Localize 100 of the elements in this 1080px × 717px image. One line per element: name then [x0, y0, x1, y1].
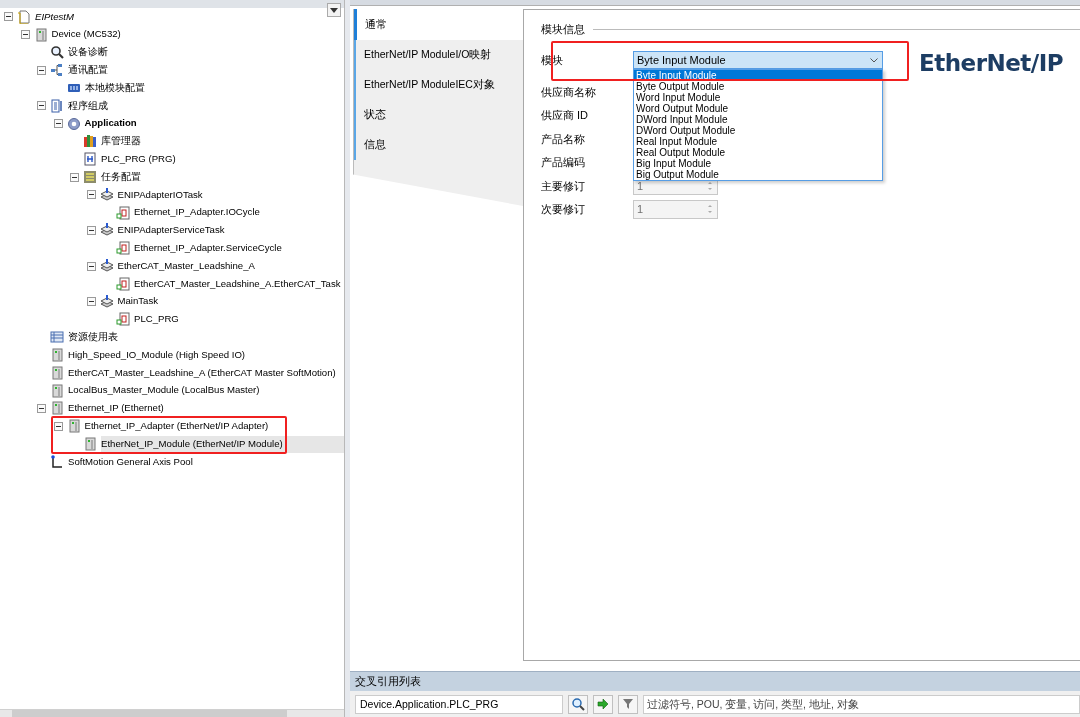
- collapse-toggle[interactable]: [53, 421, 63, 431]
- tree-item[interactable]: 程序组成: [68, 97, 112, 115]
- books-icon: [83, 134, 97, 149]
- device-icon: [33, 27, 48, 42]
- collapse-toggle[interactable]: [37, 403, 46, 413]
- collapse-toggle[interactable]: [86, 190, 96, 200]
- call-icon: [116, 241, 130, 256]
- collapse-toggle[interactable]: [86, 297, 96, 307]
- tree-item[interactable]: Device (MC532): [51, 26, 125, 44]
- tab[interactable]: 通常: [354, 9, 523, 40]
- task-stack-icon: [99, 187, 114, 202]
- device-icon: [66, 419, 81, 434]
- filter-field[interactable]: 过滤符号, POU, 变量, 访问, 类型, 地址, 对象: [643, 694, 1080, 714]
- spinner-arrows-icon: [707, 204, 713, 215]
- tree-item[interactable]: PLC_PRG: [134, 310, 183, 328]
- tree-item[interactable]: 通讯配置: [68, 61, 112, 79]
- device-icon: [50, 401, 64, 416]
- tree-item[interactable]: EIPtestM: [35, 8, 78, 26]
- dropdown-option[interactable]: Word Output Module: [634, 103, 882, 114]
- field-label: 主要修订: [541, 178, 586, 194]
- tree-item[interactable]: PLC_PRG (PRG): [101, 150, 180, 168]
- path-field[interactable]: Device.Application.PLC_PRG: [355, 694, 563, 714]
- dropdown-option[interactable]: Big Input Module: [634, 158, 882, 169]
- field-label: 供应商 ID: [541, 108, 590, 123]
- tree-item[interactable]: EtherCAT_Master_Leadshine_A: [117, 257, 259, 275]
- field-label: 产品编码: [541, 155, 586, 170]
- dropdown-option[interactable]: Real Input Module: [634, 136, 882, 147]
- dropdown-option[interactable]: Real Output Module: [634, 147, 882, 158]
- tree-item[interactable]: ENIPAdapterIOTask: [117, 186, 207, 204]
- field-label: 产品名称: [541, 131, 586, 147]
- device-icon: [50, 348, 64, 363]
- tree-item[interactable]: EtherCAT_Master_Leadshine_A (EtherCAT Master SoftMotion): [68, 364, 340, 382]
- section-heading: 模块信息: [541, 21, 585, 37]
- tree-item[interactable]: ENIPAdapterServiceTask: [117, 221, 229, 239]
- network-icon: [50, 63, 64, 78]
- tree-item[interactable]: MainTask: [117, 293, 163, 311]
- table-icon: [50, 330, 64, 345]
- tab[interactable]: EtherNet/IP ModuleI/O映射: [354, 40, 523, 70]
- task-config-icon: [83, 170, 97, 185]
- tree-item[interactable]: Application: [84, 115, 141, 133]
- dropdown-option[interactable]: DWord Input Module: [634, 114, 882, 125]
- tree-item[interactable]: 设备诊断: [68, 44, 112, 61]
- horizontal-scrollbar[interactable]: [0, 709, 344, 717]
- field-label: 供应商名称: [541, 84, 597, 100]
- tab[interactable]: EtherNet/IP ModuleIEC对象: [354, 70, 523, 100]
- caret-icon: [870, 57, 878, 63]
- collapse-toggle[interactable]: [37, 101, 46, 111]
- tree-item[interactable]: 本地模块配置: [84, 79, 149, 97]
- collapse-toggle[interactable]: [37, 65, 46, 75]
- tree-item[interactable]: 库管理器: [101, 132, 145, 150]
- field-label: 模块: [541, 52, 564, 68]
- tree-item[interactable]: Ethernet_IP_Adapter.ServiceCycle: [134, 239, 286, 257]
- panel-title: 交叉引用列表: [350, 671, 1080, 691]
- filter-icon: [621, 697, 635, 711]
- gear-icon: [66, 116, 81, 131]
- document-icon: [17, 9, 31, 24]
- dropdown-option[interactable]: Word Input Module: [634, 92, 882, 103]
- dropdown-option[interactable]: Byte Input Module: [634, 70, 882, 81]
- tree-item[interactable]: 任务配置: [101, 168, 145, 186]
- axis-icon: [50, 454, 64, 469]
- program-icon: [50, 98, 64, 113]
- spinner-arrows-icon: [707, 180, 713, 191]
- tree-item[interactable]: SoftMotion General Axis Pool: [68, 453, 197, 471]
- search-button[interactable]: [568, 694, 588, 714]
- tree-item[interactable]: EtherCAT_Master_Leadshine_A.EtherCAT_Task: [134, 275, 344, 293]
- tree-item[interactable]: Ethernet_IP_Adapter (EtherNet/IP Adapter): [84, 417, 273, 435]
- call-icon: [116, 276, 130, 291]
- collapse-toggle[interactable]: [20, 30, 30, 40]
- collapse-toggle[interactable]: [4, 12, 13, 22]
- tab[interactable]: 信息: [354, 130, 523, 160]
- tree-item[interactable]: Ethernet_IP (Ethernet): [68, 399, 168, 417]
- tree-item[interactable]: High_Speed_IO_Module (High Speed IO): [68, 346, 250, 364]
- collapse-toggle[interactable]: [86, 225, 96, 235]
- dropdown-option[interactable]: Byte Output Module: [634, 81, 882, 92]
- search-icon: [50, 45, 64, 60]
- tab[interactable]: 状态: [354, 100, 523, 130]
- call-icon: [116, 205, 130, 220]
- device-icon: [50, 383, 64, 398]
- device-icon: [50, 365, 64, 380]
- dropdown-option[interactable]: DWord Output Module: [634, 125, 882, 136]
- task-stack-icon: [99, 223, 114, 238]
- go-button[interactable]: [593, 694, 613, 714]
- tree-item[interactable]: EtherNet_IP_Module (EtherNet/IP Module): [101, 435, 344, 453]
- field-label: 次要修订: [541, 202, 586, 217]
- tree-item[interactable]: 资源使用表: [68, 328, 122, 346]
- call-icon: [116, 312, 130, 327]
- arrow-icon: [596, 697, 610, 711]
- dropdown-button[interactable]: [327, 3, 341, 17]
- collapse-toggle[interactable]: [53, 119, 63, 129]
- collapse-toggle[interactable]: [70, 172, 79, 182]
- task-stack-icon: [99, 259, 114, 274]
- device-icon: [83, 437, 97, 451]
- logo: EtherNet/IP: [919, 49, 1064, 78]
- pou-icon: [83, 152, 97, 167]
- tree-item[interactable]: LocalBus_Master_Module (LocalBus Master): [68, 382, 264, 400]
- filter-button[interactable]: [618, 694, 638, 714]
- task-stack-icon: [99, 294, 114, 309]
- tree-item[interactable]: Ethernet_IP_Adapter.IOCycle: [134, 204, 264, 222]
- collapse-toggle[interactable]: [86, 261, 96, 271]
- search-icon: [571, 697, 585, 711]
